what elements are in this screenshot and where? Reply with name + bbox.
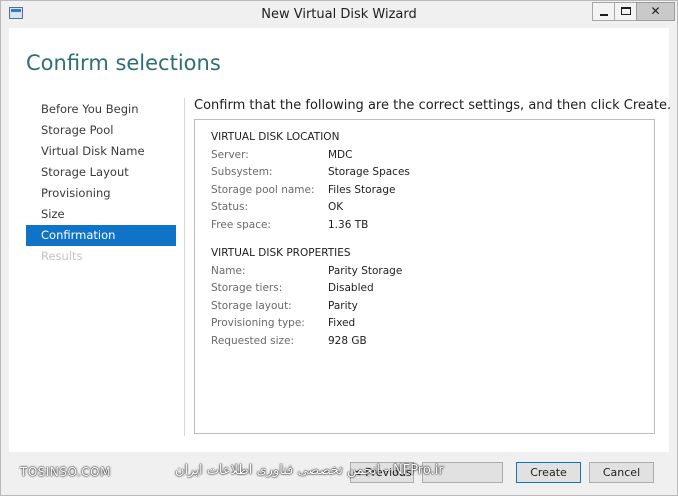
section-heading-location: VIRTUAL DISK LOCATION bbox=[211, 131, 340, 143]
nav-item-storage-layout[interactable]: Storage Layout bbox=[26, 162, 176, 183]
summary-row-storage-layout: Storage layout: Parity bbox=[211, 300, 631, 317]
page-title: Confirm selections bbox=[26, 51, 221, 75]
row-label: Storage pool name: bbox=[211, 184, 315, 196]
row-label: Storage tiers: bbox=[211, 282, 283, 294]
row-value: Storage Spaces bbox=[328, 166, 410, 178]
summary-row-free-space: Free space: 1.36 TB bbox=[211, 219, 631, 236]
row-label: Name: bbox=[211, 265, 246, 277]
row-value: OK bbox=[328, 201, 344, 213]
cancel-button[interactable]: Cancel bbox=[589, 462, 654, 483]
nav-item-storage-pool[interactable]: Storage Pool bbox=[26, 120, 176, 141]
nav-item-size[interactable]: Size bbox=[26, 204, 176, 225]
row-label: Storage layout: bbox=[211, 300, 292, 312]
row-label: Status: bbox=[211, 201, 248, 213]
confirm-instructions: Confirm that the following are the corre… bbox=[194, 98, 672, 113]
row-label: Provisioning type: bbox=[211, 317, 305, 329]
row-value: Files Storage bbox=[328, 184, 396, 196]
row-label: Free space: bbox=[211, 219, 271, 231]
row-value: Fixed bbox=[328, 317, 356, 329]
row-value: Parity bbox=[328, 300, 358, 312]
row-value: MDC bbox=[328, 149, 353, 161]
summary-row-name: Name: Parity Storage bbox=[211, 265, 631, 282]
summary-row-status: Status: OK bbox=[211, 201, 631, 218]
summary-row-subsystem: Subsystem: Storage Spaces bbox=[211, 166, 631, 183]
row-value: Disabled bbox=[328, 282, 374, 294]
maximize-button[interactable] bbox=[614, 2, 637, 21]
close-icon: ✕ bbox=[650, 4, 661, 18]
nav-item-before-you-begin[interactable]: Before You Begin bbox=[26, 99, 176, 120]
section-heading-properties: VIRTUAL DISK PROPERTIES bbox=[211, 247, 351, 259]
row-value: 1.36 TB bbox=[328, 219, 369, 231]
summary-row-requested-size: Requested size: 928 GB bbox=[211, 335, 631, 352]
row-label: Requested size: bbox=[211, 335, 295, 347]
summary-row-server: Server: MDC bbox=[211, 149, 631, 166]
wizard-window: New Virtual Disk Wizard ✕ Confirm select… bbox=[0, 0, 678, 496]
wizard-content: Confirm selections Before You Begin Stor… bbox=[9, 28, 672, 452]
summary-row-storage-pool-name: Storage pool name: Files Storage bbox=[211, 184, 631, 201]
title-bar[interactable]: New Virtual Disk Wizard ✕ bbox=[1, 1, 677, 28]
row-label: Server: bbox=[211, 149, 249, 161]
settings-summary-box[interactable]: VIRTUAL DISK LOCATION Server: MDC Subsys… bbox=[194, 119, 655, 434]
row-value: 928 GB bbox=[328, 335, 367, 347]
watermark-left: TOSINSO.COM bbox=[20, 465, 111, 479]
create-button[interactable]: Create bbox=[516, 462, 581, 483]
row-value: Parity Storage bbox=[328, 265, 403, 277]
wizard-steps-nav: Before You Begin Storage Pool Virtual Di… bbox=[26, 99, 176, 267]
nav-item-virtual-disk-name[interactable]: Virtual Disk Name bbox=[26, 141, 176, 162]
window-title: New Virtual Disk Wizard bbox=[261, 7, 417, 22]
maximize-icon bbox=[621, 7, 631, 15]
nav-divider bbox=[184, 98, 185, 436]
nav-item-confirmation[interactable]: Confirmation bbox=[26, 225, 176, 246]
row-label: Subsystem: bbox=[211, 166, 273, 178]
watermark-right: انجمن تخصصی فناوری اطلاعات ایران - NFPro… bbox=[175, 463, 444, 478]
summary-row-provisioning-type: Provisioning type: Fixed bbox=[211, 317, 631, 334]
close-button[interactable]: ✕ bbox=[636, 2, 675, 21]
minimize-icon bbox=[600, 14, 608, 16]
nav-item-results: Results bbox=[41, 249, 83, 263]
summary-row-storage-tiers: Storage tiers: Disabled bbox=[211, 282, 631, 299]
nav-item-provisioning[interactable]: Provisioning bbox=[26, 183, 176, 204]
minimize-button[interactable] bbox=[592, 2, 615, 21]
